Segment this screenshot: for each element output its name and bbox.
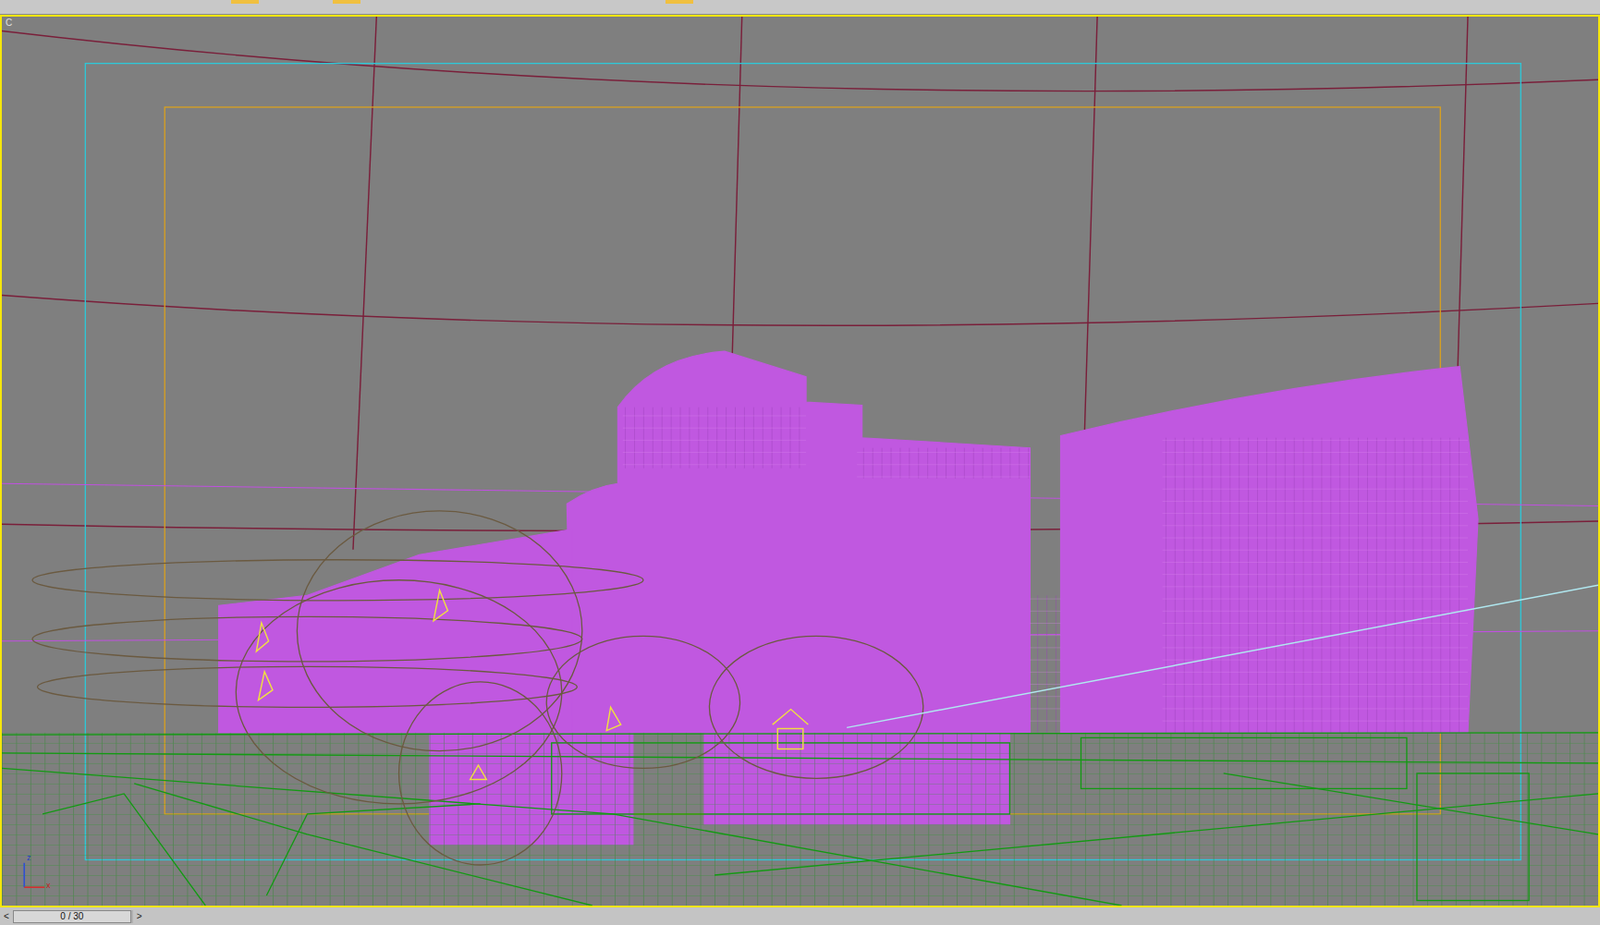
axis-label: x [46, 880, 51, 891]
time-slider-track[interactable]: 0 / 30 [12, 910, 134, 924]
next-frame-button[interactable]: > [134, 911, 145, 923]
viewport[interactable]: C z x [0, 14, 1600, 908]
prev-frame-button[interactable]: < [1, 911, 12, 923]
viewport-label[interactable]: C [5, 17, 13, 29]
time-slider-bar: < 0 / 30 > [0, 907, 1600, 925]
time-slider-thumb[interactable]: 0 / 30 [12, 910, 132, 924]
scene-wireframe [1, 16, 1599, 906]
toolbar [0, 0, 1600, 15]
axis-label: z [26, 853, 32, 863]
